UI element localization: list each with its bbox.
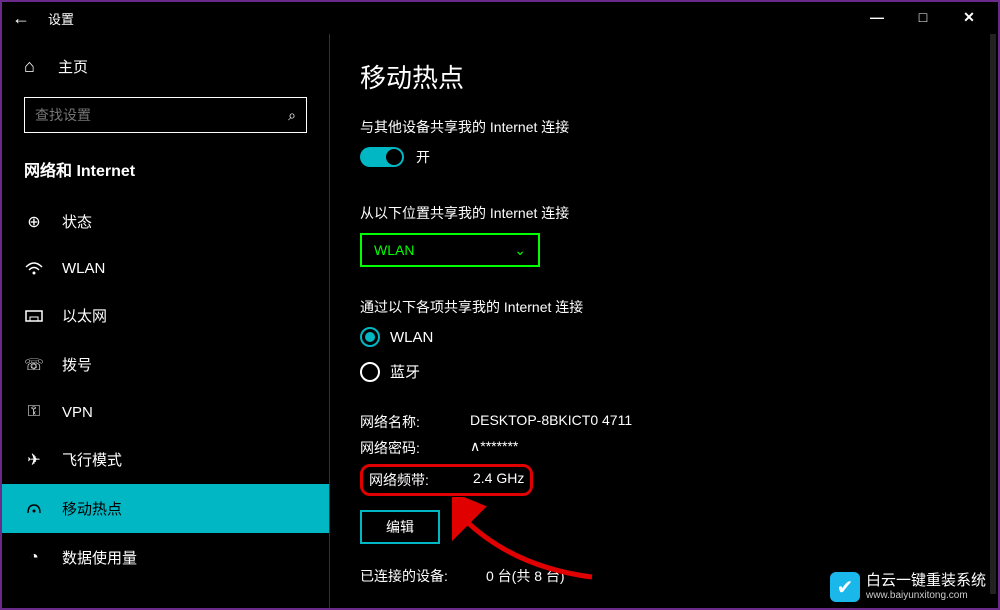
home-link[interactable]: ⌂ 主页: [2, 46, 329, 87]
ethernet-icon: [24, 309, 44, 323]
select-value: WLAN: [374, 242, 414, 258]
watermark-url: www.baiyunxitong.com: [866, 590, 986, 601]
network-name-label: 网络名称:: [360, 412, 470, 432]
connected-label: 已连接的设备:: [360, 566, 486, 586]
share-from-select[interactable]: WLAN ⌄: [360, 233, 540, 267]
window-title: 设置: [48, 9, 74, 28]
radio-label: WLAN: [390, 329, 433, 346]
network-password-row: 网络密码: ∧*******: [360, 438, 968, 458]
sidebar-item-data[interactable]: ◔ 数据使用量: [2, 533, 329, 582]
network-band-label: 网络频带:: [369, 470, 473, 490]
sidebar-item-label: WLAN: [62, 260, 105, 277]
sidebar-item-label: VPN: [62, 404, 93, 421]
wifi-icon: [24, 262, 44, 276]
vpn-icon: ⚿: [24, 403, 44, 421]
chevron-down-icon: ⌄: [514, 242, 526, 259]
back-icon[interactable]: ←: [12, 8, 40, 29]
network-password-value: ∧*******: [470, 438, 518, 458]
main-panel: 移动热点 与其他设备共享我的 Internet 连接 开 从以下位置共享我的 I…: [330, 34, 998, 608]
watermark: ✔ 白云一键重装系统 www.baiyunxitong.com: [830, 572, 986, 602]
minimize-button[interactable]: —: [854, 2, 900, 32]
toggle-switch[interactable]: [360, 147, 404, 167]
share-from-label: 从以下位置共享我的 Internet 连接: [360, 203, 968, 223]
search-input[interactable]: [35, 107, 275, 123]
share-via-label: 通过以下各项共享我的 Internet 连接: [360, 297, 968, 317]
radio-icon: [360, 362, 380, 382]
window-controls: — □ ✕: [854, 2, 992, 32]
sidebar: ⌂ 主页 ⌕ 网络和 Internet ⊕ 状态 WLAN 以太网 ☏ 拨号: [2, 34, 330, 608]
highlight-box: 网络频带: 2.4 GHz: [360, 464, 533, 496]
scrollbar[interactable]: [990, 34, 996, 594]
sidebar-item-label: 拨号: [62, 354, 92, 375]
sidebar-item-label: 飞行模式: [62, 449, 122, 470]
search-icon: ⌕: [288, 107, 296, 124]
status-icon: ⊕: [24, 212, 44, 232]
edit-button-label: 编辑: [386, 517, 414, 537]
sidebar-item-vpn[interactable]: ⚿ VPN: [2, 389, 329, 435]
network-name-row: 网络名称: DESKTOP-8BKICT0 4711: [360, 412, 968, 432]
watermark-text: 白云一键重装系统: [866, 573, 986, 590]
radio-wlan[interactable]: WLAN: [360, 327, 968, 347]
sidebar-item-label: 以太网: [62, 305, 107, 326]
sidebar-item-status[interactable]: ⊕ 状态: [2, 197, 329, 246]
toggle-state: 开: [416, 147, 430, 167]
sidebar-item-label: 移动热点: [62, 498, 122, 519]
share-label: 与其他设备共享我的 Internet 连接: [360, 117, 968, 137]
page-title: 移动热点: [360, 58, 968, 95]
airplane-icon: ✈: [24, 450, 44, 470]
search-box[interactable]: ⌕: [24, 97, 307, 133]
edit-button[interactable]: 编辑: [360, 510, 440, 544]
sidebar-item-dialup[interactable]: ☏ 拨号: [2, 340, 329, 389]
sidebar-item-hotspot[interactable]: 移动热点: [2, 484, 329, 533]
sidebar-item-label: 数据使用量: [62, 547, 137, 568]
sidebar-item-wlan[interactable]: WLAN: [2, 246, 329, 291]
network-name-value: DESKTOP-8BKICT0 4711: [470, 412, 632, 432]
home-label: 主页: [58, 56, 88, 77]
toggle-knob: [386, 149, 402, 165]
radio-label: 蓝牙: [390, 361, 420, 382]
network-band-value: 2.4 GHz: [473, 470, 524, 490]
watermark-logo-icon: ✔: [830, 572, 860, 602]
home-icon: ⌂: [24, 56, 44, 77]
sidebar-item-label: 状态: [62, 211, 92, 232]
close-button[interactable]: ✕: [946, 2, 992, 32]
network-password-label: 网络密码:: [360, 438, 470, 458]
sidebar-item-airplane[interactable]: ✈ 飞行模式: [2, 435, 329, 484]
maximize-button[interactable]: □: [900, 2, 946, 32]
section-title: 网络和 Internet: [2, 151, 329, 197]
radio-bluetooth[interactable]: 蓝牙: [360, 361, 968, 382]
hotspot-icon: [24, 501, 44, 517]
radio-icon: [360, 327, 380, 347]
sidebar-item-ethernet[interactable]: 以太网: [2, 291, 329, 340]
title-bar: ← 设置: [2, 2, 998, 34]
dialup-icon: ☏: [24, 355, 44, 375]
connected-value: 0 台(共 8 台): [486, 566, 565, 586]
data-icon: ◔: [24, 549, 44, 567]
share-toggle[interactable]: 开: [360, 147, 968, 167]
